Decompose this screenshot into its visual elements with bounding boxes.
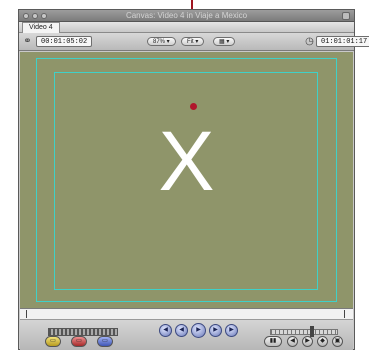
match-frame-button[interactable]: ▮▮	[264, 336, 282, 347]
previous-edit-button[interactable]: ◀	[159, 324, 172, 337]
tab-bar: Video 4	[19, 22, 354, 33]
mark-in-button[interactable]: ◀	[287, 336, 298, 347]
current-timecode-field[interactable]: 00:01:05:02	[36, 36, 93, 47]
shuttle-control[interactable]	[48, 328, 118, 336]
tab-video-4[interactable]: Video 4	[22, 22, 60, 33]
scrubber-playhead[interactable]	[344, 310, 345, 318]
view-popup[interactable]: Fit ▾	[181, 37, 205, 46]
playhead-sync-icon[interactable]: ⚭	[21, 36, 34, 48]
position-marker	[190, 103, 197, 110]
zoom-popup[interactable]: 87% ▾	[147, 37, 176, 46]
overlay-popup[interactable]: ▦ ▾	[213, 37, 236, 46]
mark-clip-button[interactable]: ▣	[332, 336, 343, 347]
view-value: Fit	[187, 39, 194, 45]
clock-icon: ◷	[305, 36, 314, 47]
scrubber-start-tick	[26, 310, 27, 318]
canvas-toolbar: ⚭ 00:01:05:02 87% ▾ Fit ▾ ▦ ▾ ◷ 01:01:01…	[19, 33, 369, 51]
window-title: Canvas: Video 4 in Viaje a Mexico	[125, 11, 248, 20]
jog-control[interactable]	[270, 329, 338, 335]
play-around-button[interactable]: ▶	[209, 324, 222, 337]
add-marker-button[interactable]: ◆	[317, 336, 328, 347]
scrubber-bar[interactable]	[20, 308, 353, 320]
play-in-to-out-button[interactable]: ◀	[175, 324, 188, 337]
jog-knob[interactable]	[310, 326, 314, 337]
overlay-icon: ▦	[219, 39, 225, 45]
video-canvas[interactable]: X	[20, 52, 353, 308]
next-edit-button[interactable]: ▶	[225, 324, 238, 337]
toolbar-toggle-button[interactable]	[342, 12, 350, 20]
zoom-value: 87%	[153, 39, 166, 45]
canvas-window: Canvas: Video 4 in Viaje a Mexico Video …	[18, 9, 369, 350]
duration-timecode-field[interactable]: 01:01:01:17	[316, 36, 369, 47]
play-button[interactable]: ▶	[191, 323, 206, 338]
mark-out-button[interactable]: ▶	[302, 336, 313, 347]
overwrite-button[interactable]: ▭	[71, 336, 87, 347]
replace-button[interactable]: ▭	[97, 336, 113, 347]
insert-button[interactable]: ▭	[45, 336, 61, 347]
canvas-text-x: X	[158, 114, 215, 208]
title-bar: Canvas: Video 4 in Viaje a Mexico	[19, 10, 354, 22]
